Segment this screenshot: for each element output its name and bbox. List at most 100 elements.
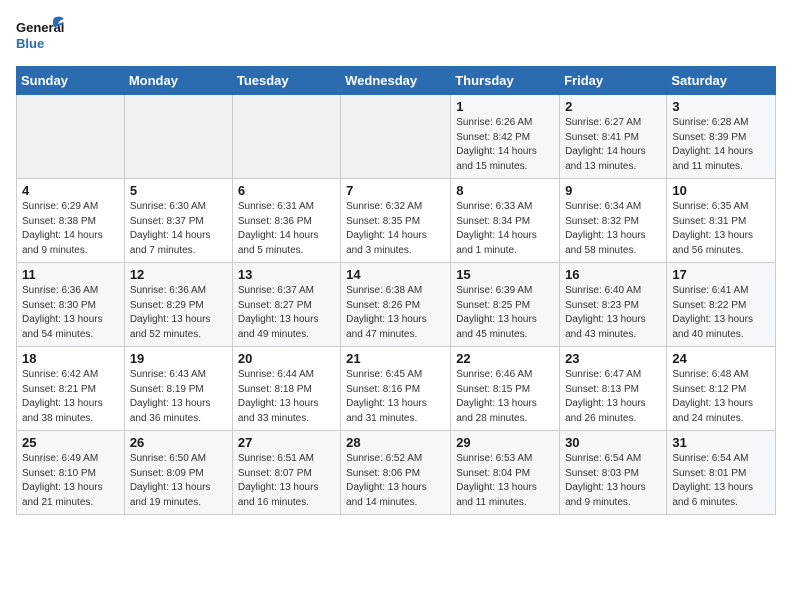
day-cell: 12Sunrise: 6:36 AM Sunset: 8:29 PM Dayli…: [124, 263, 232, 347]
day-cell: 9Sunrise: 6:34 AM Sunset: 8:32 PM Daylig…: [560, 179, 667, 263]
day-cell: 29 Sunrise: 6:53 AM Sunset: 8:04 PM Dayli…: [451, 431, 560, 515]
day-number: 2: [565, 99, 661, 114]
day-info: Sunrise: 6:52 AM Sunset: 8:06 PM Dayligh…: [346, 452, 445, 510]
week-row-2: 4Sunrise: 6:29 AM Sunset: 8:38 PM Daylig…: [17, 179, 776, 263]
day-cell: 28Sunrise: 6:52 AM Sunset: 8:06 PM Dayli…: [341, 431, 451, 515]
day-cell: 18 Sunrise: 6:42 AM Sunset: 8:21 PM Dayli…: [17, 347, 125, 431]
day-cell: 19 Sunrise: 6:43 AM Sunset: 8:19 PM Dayli…: [124, 347, 232, 431]
header-row: SundayMondayTuesdayWednesdayThursdayFrid…: [17, 67, 776, 95]
day-cell: 10 Sunrise: 6:35 AM Sunset: 8:31 PM Dayli…: [667, 179, 776, 263]
day-cell: 4Sunrise: 6:29 AM Sunset: 8:38 PM Daylig…: [17, 179, 125, 263]
day-number: 29: [456, 435, 554, 450]
day-cell: 30 Sunrise: 6:54 AM Sunset: 8:03 PM Dayli…: [560, 431, 667, 515]
week-row-1: 1 Sunrise: 6:26 AM Sunset: 8:42 PM Daylig…: [17, 95, 776, 179]
header-cell-tuesday: Tuesday: [232, 67, 340, 95]
day-info: Sunrise: 6:42 AM Sunset: 8:21 PM Dayligh…: [22, 368, 119, 426]
day-info: Sunrise: 6:33 AM Sunset: 8:34 PM Dayligh…: [456, 200, 554, 258]
day-number: 11: [22, 267, 119, 282]
day-info: Sunrise: 6:47 AM Sunset: 8:13 PM Dayligh…: [565, 368, 661, 426]
day-cell: 31 Sunrise: 6:54 AM Sunset: 8:01 PM Dayli…: [667, 431, 776, 515]
day-cell: [341, 95, 451, 179]
day-cell: [124, 95, 232, 179]
day-info: Sunrise: 6:43 AM Sunset: 8:19 PM Dayligh…: [130, 368, 227, 426]
day-info: Sunrise: 6:45 AM Sunset: 8:16 PM Dayligh…: [346, 368, 445, 426]
day-cell: 14 Sunrise: 6:38 AM Sunset: 8:26 PM Dayli…: [341, 263, 451, 347]
day-info: Sunrise: 6:32 AM Sunset: 8:35 PM Dayligh…: [346, 200, 445, 258]
day-info: Sunrise: 6:50 AM Sunset: 8:09 PM Dayligh…: [130, 452, 227, 510]
day-info: Sunrise: 6:35 AM Sunset: 8:31 PM Dayligh…: [672, 200, 770, 258]
day-info: Sunrise: 6:53 AM Sunset: 8:04 PM Dayligh…: [456, 452, 554, 510]
day-cell: 22 Sunrise: 6:46 AM Sunset: 8:15 PM Dayli…: [451, 347, 560, 431]
day-info: Sunrise: 6:34 AM Sunset: 8:32 PM Dayligh…: [565, 200, 661, 258]
day-info: Sunrise: 6:36 AM Sunset: 8:30 PM Dayligh…: [22, 284, 119, 342]
day-number: 27: [238, 435, 335, 450]
week-row-3: 11 Sunrise: 6:36 AM Sunset: 8:30 PM Dayli…: [17, 263, 776, 347]
day-number: 12: [130, 267, 227, 282]
day-number: 18: [22, 351, 119, 366]
day-number: 19: [130, 351, 227, 366]
header-cell-sunday: Sunday: [17, 67, 125, 95]
day-number: 7: [346, 183, 445, 198]
header-cell-saturday: Saturday: [667, 67, 776, 95]
day-info: Sunrise: 6:26 AM Sunset: 8:42 PM Dayligh…: [456, 116, 554, 174]
day-number: 1: [456, 99, 554, 114]
header-cell-monday: Monday: [124, 67, 232, 95]
logo-svg: General Blue: [16, 16, 66, 58]
day-cell: 16 Sunrise: 6:40 AM Sunset: 8:23 PM Dayli…: [560, 263, 667, 347]
week-row-4: 18 Sunrise: 6:42 AM Sunset: 8:21 PM Dayli…: [17, 347, 776, 431]
day-cell: 5 Sunrise: 6:30 AM Sunset: 8:37 PM Daylig…: [124, 179, 232, 263]
day-number: 4: [22, 183, 119, 198]
day-cell: 13 Sunrise: 6:37 AM Sunset: 8:27 PM Dayli…: [232, 263, 340, 347]
day-number: 15: [456, 267, 554, 282]
day-info: Sunrise: 6:39 AM Sunset: 8:25 PM Dayligh…: [456, 284, 554, 342]
day-cell: 3 Sunrise: 6:28 AM Sunset: 8:39 PM Daylig…: [667, 95, 776, 179]
day-number: 16: [565, 267, 661, 282]
day-cell: 24Sunrise: 6:48 AM Sunset: 8:12 PM Dayli…: [667, 347, 776, 431]
day-info: Sunrise: 6:40 AM Sunset: 8:23 PM Dayligh…: [565, 284, 661, 342]
day-number: 24: [672, 351, 770, 366]
day-info: Sunrise: 6:49 AM Sunset: 8:10 PM Dayligh…: [22, 452, 119, 510]
day-info: Sunrise: 6:28 AM Sunset: 8:39 PM Dayligh…: [672, 116, 770, 174]
logo: General Blue: [16, 16, 66, 58]
day-info: Sunrise: 6:41 AM Sunset: 8:22 PM Dayligh…: [672, 284, 770, 342]
day-cell: 25 Sunrise: 6:49 AM Sunset: 8:10 PM Dayli…: [17, 431, 125, 515]
day-info: Sunrise: 6:30 AM Sunset: 8:37 PM Dayligh…: [130, 200, 227, 258]
day-number: 25: [22, 435, 119, 450]
day-cell: 15 Sunrise: 6:39 AM Sunset: 8:25 PM Dayli…: [451, 263, 560, 347]
day-number: 21: [346, 351, 445, 366]
day-cell: [232, 95, 340, 179]
day-info: Sunrise: 6:46 AM Sunset: 8:15 PM Dayligh…: [456, 368, 554, 426]
day-number: 30: [565, 435, 661, 450]
day-cell: 2 Sunrise: 6:27 AM Sunset: 8:41 PM Daylig…: [560, 95, 667, 179]
day-number: 26: [130, 435, 227, 450]
day-cell: 27Sunrise: 6:51 AM Sunset: 8:07 PM Dayli…: [232, 431, 340, 515]
header-cell-friday: Friday: [560, 67, 667, 95]
day-cell: 11 Sunrise: 6:36 AM Sunset: 8:30 PM Dayli…: [17, 263, 125, 347]
day-number: 31: [672, 435, 770, 450]
page-header: General Blue: [16, 16, 776, 58]
day-info: Sunrise: 6:54 AM Sunset: 8:01 PM Dayligh…: [672, 452, 770, 510]
day-cell: 7 Sunrise: 6:32 AM Sunset: 8:35 PM Daylig…: [341, 179, 451, 263]
day-cell: 8Sunrise: 6:33 AM Sunset: 8:34 PM Daylig…: [451, 179, 560, 263]
day-info: Sunrise: 6:38 AM Sunset: 8:26 PM Dayligh…: [346, 284, 445, 342]
day-number: 13: [238, 267, 335, 282]
day-number: 10: [672, 183, 770, 198]
day-info: Sunrise: 6:44 AM Sunset: 8:18 PM Dayligh…: [238, 368, 335, 426]
day-number: 22: [456, 351, 554, 366]
day-number: 20: [238, 351, 335, 366]
day-number: 14: [346, 267, 445, 282]
week-row-5: 25 Sunrise: 6:49 AM Sunset: 8:10 PM Dayli…: [17, 431, 776, 515]
day-number: 5: [130, 183, 227, 198]
svg-text:Blue: Blue: [16, 36, 44, 51]
day-cell: 17 Sunrise: 6:41 AM Sunset: 8:22 PM Dayli…: [667, 263, 776, 347]
header-cell-thursday: Thursday: [451, 67, 560, 95]
day-info: Sunrise: 6:37 AM Sunset: 8:27 PM Dayligh…: [238, 284, 335, 342]
day-info: Sunrise: 6:27 AM Sunset: 8:41 PM Dayligh…: [565, 116, 661, 174]
day-number: 23: [565, 351, 661, 366]
header-cell-wednesday: Wednesday: [341, 67, 451, 95]
day-number: 17: [672, 267, 770, 282]
day-number: 3: [672, 99, 770, 114]
day-info: Sunrise: 6:54 AM Sunset: 8:03 PM Dayligh…: [565, 452, 661, 510]
day-cell: 6Sunrise: 6:31 AM Sunset: 8:36 PM Daylig…: [232, 179, 340, 263]
day-number: 6: [238, 183, 335, 198]
